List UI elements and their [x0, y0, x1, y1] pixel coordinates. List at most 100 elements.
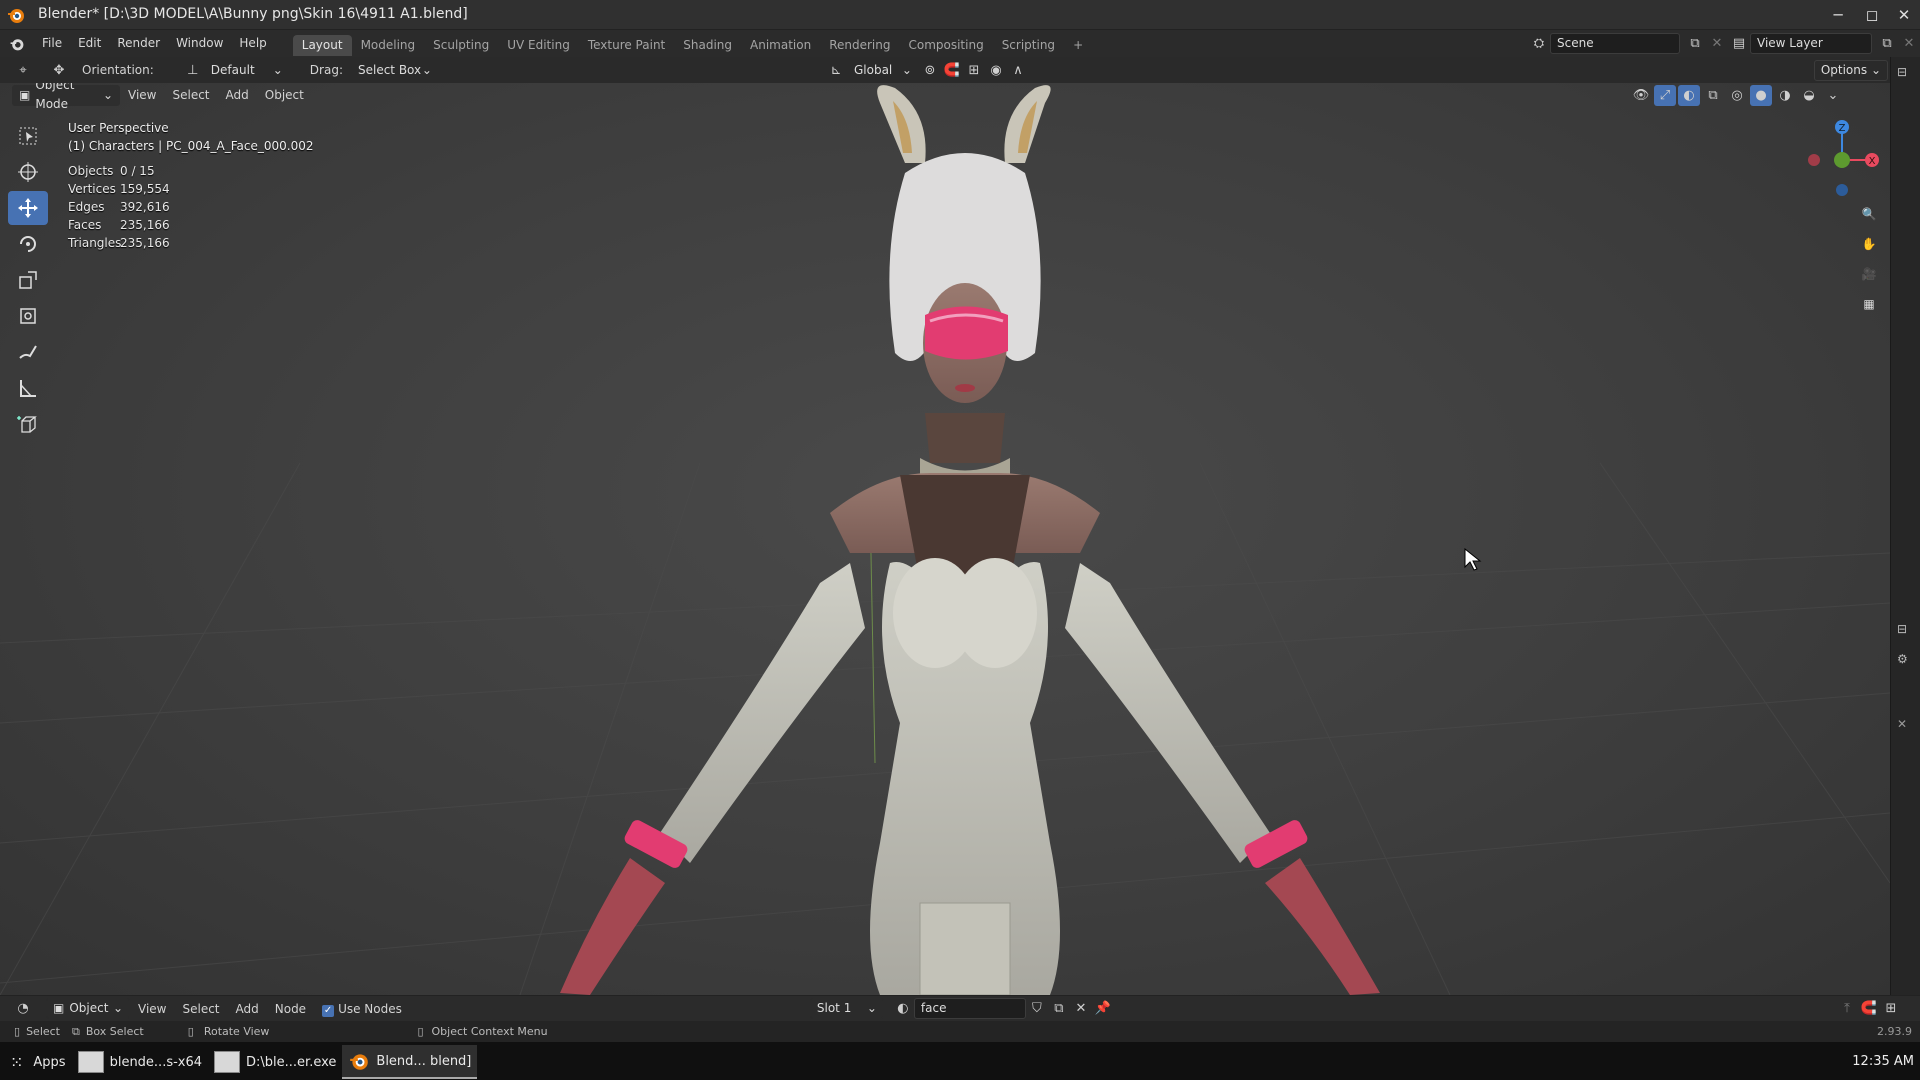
measure-tool[interactable]: [8, 371, 48, 405]
camera-view-icon[interactable]: 🎥: [1855, 260, 1883, 288]
orientation-dropdown[interactable]: Default ⌄: [203, 59, 290, 81]
gizmo-neg-z-axis[interactable]: [1836, 184, 1848, 196]
material-browse-icon[interactable]: ◐: [892, 998, 914, 1019]
tab-animation[interactable]: Animation: [741, 35, 820, 56]
mode-dropdown[interactable]: ▣ Object Mode ⌄: [12, 83, 120, 111]
snap-target-icon[interactable]: ⊞: [963, 60, 985, 81]
tab-shading[interactable]: Shading: [674, 35, 741, 56]
options-dropdown[interactable]: Options ⌄: [1813, 59, 1888, 81]
proportional-edit-icon[interactable]: ◉: [985, 60, 1007, 81]
duplicate-material-icon[interactable]: ⧉: [1048, 998, 1070, 1019]
rotate-tool[interactable]: [8, 227, 48, 261]
falloff-icon[interactable]: ∧: [1007, 60, 1029, 81]
menu-edit[interactable]: Edit: [70, 30, 109, 57]
snap-node-icon[interactable]: 🧲: [1858, 998, 1880, 1019]
close-button[interactable]: ✕: [1890, 4, 1918, 26]
xray-toggle-icon[interactable]: ⧉: [1702, 85, 1724, 106]
new-view-layer-icon[interactable]: ⧉: [1876, 33, 1898, 54]
solid-shading-icon[interactable]: ●: [1750, 85, 1772, 106]
shader-type-label: Object: [69, 1001, 109, 1015]
unlink-material-icon[interactable]: ✕: [1070, 998, 1092, 1019]
material-preview-icon[interactable]: ◑: [1774, 85, 1796, 106]
menu-help[interactable]: Help: [231, 30, 274, 57]
zoom-icon[interactable]: 🔍: [1855, 200, 1883, 228]
apps-button[interactable]: ⁙ Apps: [0, 1045, 72, 1079]
gizmo-y-axis[interactable]: [1834, 152, 1850, 168]
tab-texture-paint[interactable]: Texture Paint: [579, 35, 674, 56]
rendered-shading-icon[interactable]: ◒: [1798, 85, 1820, 106]
view-layer-field[interactable]: View Layer: [1750, 33, 1872, 54]
close-panel-icon[interactable]: ✕: [1897, 717, 1907, 731]
blender-menu-icon[interactable]: [0, 30, 34, 57]
tab-uv-editing[interactable]: UV Editing: [498, 35, 579, 56]
snap-element-icon[interactable]: ⊞: [1880, 998, 1902, 1019]
drag-dropdown[interactable]: Select Box ⌄: [350, 59, 439, 81]
cursor-tool[interactable]: [8, 155, 48, 189]
shading-options-icon[interactable]: ⌄: [1822, 85, 1844, 106]
parent-node-tree-icon[interactable]: ⤒: [1836, 998, 1858, 1019]
navigation-gizmo[interactable]: Z X: [1790, 115, 1880, 205]
transform-tool[interactable]: [8, 299, 48, 333]
character-model[interactable]: [0, 83, 1890, 995]
pin-icon[interactable]: 📌: [1092, 998, 1114, 1019]
maximize-button[interactable]: ◻: [1858, 4, 1886, 26]
new-scene-icon[interactable]: ⧉: [1684, 33, 1706, 54]
use-nodes-checkbox[interactable]: ✓ Use Nodes: [314, 998, 410, 1020]
scene-field[interactable]: Scene: [1550, 33, 1680, 54]
material-slot-dropdown[interactable]: Slot 1 ⌄: [809, 998, 884, 1019]
node-tool-icon[interactable]: ⚙: [1897, 652, 1908, 666]
add-cube-tool[interactable]: [8, 407, 48, 441]
select-box-tool[interactable]: [8, 119, 48, 153]
tab-compositing[interactable]: Compositing: [899, 35, 992, 56]
orthographic-grid-icon[interactable]: ▦: [1855, 290, 1883, 318]
tab-modeling[interactable]: Modeling: [352, 35, 425, 56]
delete-scene-icon[interactable]: ✕: [1706, 33, 1728, 54]
move-tool[interactable]: [8, 191, 48, 225]
delete-view-layer-icon[interactable]: ✕: [1898, 33, 1920, 54]
viewport-menu-select[interactable]: Select: [164, 84, 217, 106]
node-menu-select[interactable]: Select: [174, 998, 227, 1020]
taskbar-item[interactable]: blende...s-x64: [72, 1045, 208, 1079]
menu-render[interactable]: Render: [109, 30, 168, 57]
gizmo-neg-x-axis[interactable]: [1808, 154, 1820, 166]
node-menu-add[interactable]: Add: [228, 998, 267, 1020]
sidebar-toggle-icon[interactable]: ⊟: [1897, 65, 1907, 79]
orientation-label: Orientation:: [82, 63, 154, 77]
object-visibility-icon[interactable]: 👁: [1630, 85, 1652, 106]
menu-window[interactable]: Window: [168, 30, 231, 57]
editor-type-icon[interactable]: ⌖: [12, 60, 34, 81]
viewport-menu-object[interactable]: Object: [257, 84, 312, 106]
scale-tool[interactable]: [8, 263, 48, 297]
wireframe-shading-icon[interactable]: ◎: [1726, 85, 1748, 106]
properties-toggle-icon[interactable]: ⊟: [1897, 622, 1907, 636]
scene-selector-icon[interactable]: ⛭: [1528, 33, 1550, 54]
shader-type-dropdown[interactable]: ▣ Object ⌄: [46, 998, 130, 1019]
tab-rendering[interactable]: Rendering: [820, 35, 899, 56]
view-layer-icon[interactable]: ▤: [1728, 33, 1750, 54]
taskbar-item[interactable]: D:\ble...er.exe: [208, 1045, 342, 1079]
shader-editor-type-icon[interactable]: ◔: [12, 998, 34, 1019]
sidebar-tabs-strip: ⊟ ⊟ ⚙ ✕: [1890, 57, 1920, 995]
tab-scripting[interactable]: Scripting: [993, 35, 1064, 56]
node-menu-node[interactable]: Node: [267, 998, 314, 1020]
add-workspace-button[interactable]: +: [1064, 35, 1092, 56]
pan-hand-icon[interactable]: ✋: [1855, 230, 1883, 258]
viewport-menu-view[interactable]: View: [120, 84, 164, 106]
overlays-toggle-icon[interactable]: ◐: [1678, 85, 1700, 106]
annotate-icon: [19, 345, 37, 359]
menu-file[interactable]: File: [34, 30, 70, 57]
transform-orientation-dropdown[interactable]: Global ⌄: [846, 59, 919, 81]
annotate-tool[interactable]: [8, 335, 48, 369]
snap-icon[interactable]: 🧲: [941, 60, 963, 81]
node-menu-view[interactable]: View: [130, 998, 174, 1020]
viewport-menu-add[interactable]: Add: [218, 84, 257, 106]
fake-user-icon[interactable]: ⛉: [1026, 998, 1048, 1019]
tab-sculpting[interactable]: Sculpting: [424, 35, 498, 56]
3d-viewport[interactable]: ▣ Object Mode ⌄ View Select Add Object 👁…: [0, 83, 1890, 995]
gizmo-toggle-icon[interactable]: ⤢: [1654, 85, 1676, 106]
pivot-point-icon[interactable]: ⊚: [919, 60, 941, 81]
material-name-field[interactable]: face: [913, 998, 1026, 1019]
tab-layout[interactable]: Layout: [292, 34, 352, 56]
taskbar-item[interactable]: Blend... blend]: [342, 1045, 478, 1079]
minimize-button[interactable]: ─: [1824, 4, 1852, 26]
